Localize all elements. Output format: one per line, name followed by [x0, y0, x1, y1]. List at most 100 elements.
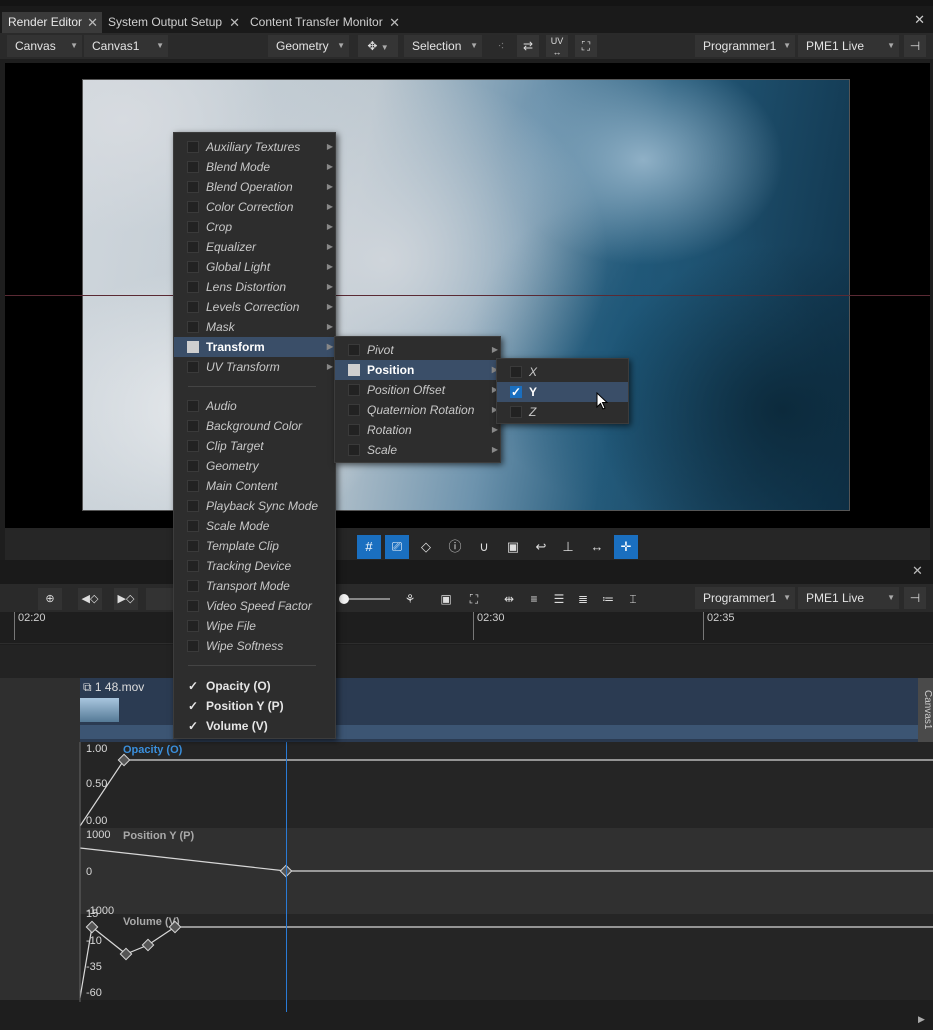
- timeline-programmer-select[interactable]: Programmer1 ▼: [695, 587, 795, 609]
- checkbox[interactable]: [187, 600, 199, 612]
- menu-item[interactable]: Auxiliary Textures ▶: [174, 137, 335, 157]
- checkbox[interactable]: [187, 181, 199, 193]
- checkbox[interactable]: [187, 281, 199, 293]
- menu-item[interactable]: Audio: [174, 396, 335, 416]
- menu-item-y[interactable]: ✓ Y: [497, 382, 628, 402]
- check-icon[interactable]: ✓: [187, 680, 199, 692]
- checkbox[interactable]: [187, 400, 199, 412]
- checkbox[interactable]: [187, 141, 199, 153]
- zoom-slider-handle[interactable]: [339, 594, 349, 604]
- menu-item[interactable]: Background Color: [174, 416, 335, 436]
- menu-item-transform[interactable]: Transform ▶: [174, 337, 335, 357]
- check-icon[interactable]: ✓: [187, 700, 199, 712]
- menu-item[interactable]: Blend Mode ▶: [174, 157, 335, 177]
- menu-item[interactable]: Rotation ▶: [335, 420, 500, 440]
- menu-item-z[interactable]: Z: [497, 402, 628, 422]
- menu-item[interactable]: Wipe File: [174, 616, 335, 636]
- close-icon[interactable]: ✕: [912, 563, 923, 579]
- live-select[interactable]: PME1 Live ▼: [798, 35, 899, 57]
- geometry-select[interactable]: Geometry ▼: [268, 35, 349, 57]
- menu-item[interactable]: Quaternion Rotation ▶: [335, 400, 500, 420]
- distribute-icon[interactable]: ⇹: [498, 588, 520, 610]
- canvas-name-select[interactable]: Canvas1 ▼: [84, 35, 168, 57]
- menu-item[interactable]: Equalizer ▶: [174, 237, 335, 257]
- tab-render-editor[interactable]: Render Editor ✕: [2, 12, 102, 33]
- menu-item[interactable]: Transport Mode: [174, 576, 335, 596]
- menu-item[interactable]: Video Speed Factor: [174, 596, 335, 616]
- text-cursor-icon[interactable]: ⌶: [622, 588, 644, 610]
- align-horizontal-icon[interactable]: ↔: [585, 535, 609, 559]
- checkbox[interactable]: [187, 161, 199, 173]
- checkbox[interactable]: [187, 580, 199, 592]
- tab-system-output-setup[interactable]: System Output Setup ✕: [102, 12, 244, 33]
- checkbox[interactable]: [187, 361, 199, 373]
- checkbox[interactable]: [348, 344, 360, 356]
- checkbox[interactable]: [187, 520, 199, 532]
- checkbox[interactable]: [187, 540, 199, 552]
- scroll-right-icon[interactable]: ▶: [918, 1014, 925, 1025]
- info-icon[interactable]: ⓘ: [443, 535, 467, 559]
- next-keyframe-button[interactable]: ▶◇: [114, 588, 138, 610]
- snapshot-icon[interactable]: ▣: [501, 535, 525, 559]
- menu-item[interactable]: Geometry: [174, 456, 335, 476]
- menu-item[interactable]: Tracking Device: [174, 556, 335, 576]
- list-add-icon[interactable]: ≔: [597, 588, 619, 610]
- checkbox[interactable]: [187, 201, 199, 213]
- menu-item[interactable]: Color Correction ▶: [174, 197, 335, 217]
- menu-item[interactable]: Position Offset ▶: [335, 380, 500, 400]
- tab-content-transfer-monitor[interactable]: Content Transfer Monitor ✕: [244, 12, 404, 33]
- expand-icon[interactable]: ⛶: [463, 588, 485, 610]
- menu-item-opacity[interactable]: ✓ Opacity (O): [174, 676, 335, 696]
- check-icon[interactable]: ✓: [510, 386, 522, 398]
- menu-item[interactable]: Mask ▶: [174, 317, 335, 337]
- checkbox[interactable]: [510, 406, 522, 418]
- checkbox[interactable]: [187, 241, 199, 253]
- align-center-icon[interactable]: ≡: [523, 588, 545, 610]
- checkbox[interactable]: [348, 444, 360, 456]
- checkbox[interactable]: [187, 341, 199, 353]
- menu-item[interactable]: Global Light ▶: [174, 257, 335, 277]
- checkbox[interactable]: [187, 640, 199, 652]
- checkbox[interactable]: [348, 424, 360, 436]
- checkbox[interactable]: [348, 364, 360, 376]
- checkbox[interactable]: [187, 261, 199, 273]
- uv-button[interactable]: UV ↔: [546, 35, 568, 57]
- close-icon[interactable]: ✕: [87, 12, 98, 33]
- menu-item[interactable]: Wipe Softness: [174, 636, 335, 656]
- programmer-select[interactable]: Programmer1 ▼: [695, 35, 795, 57]
- add-rows-icon[interactable]: ≣: [572, 588, 594, 610]
- swap-icon[interactable]: ⇄: [517, 35, 539, 57]
- close-icon[interactable]: ✕: [229, 12, 240, 33]
- checkbox[interactable]: [187, 440, 199, 452]
- crosshair-icon[interactable]: ✛: [614, 535, 638, 559]
- pin-icon[interactable]: ⊣: [904, 587, 926, 609]
- prev-keyframe-button[interactable]: ◀◇: [78, 588, 102, 610]
- checkbox[interactable]: [187, 420, 199, 432]
- timeline-ruler[interactable]: [0, 612, 933, 644]
- menu-item[interactable]: Scale Mode: [174, 516, 335, 536]
- horizontal-scrollbar[interactable]: [0, 1012, 933, 1030]
- close-icon[interactable]: ✕: [389, 12, 400, 33]
- menu-item[interactable]: Scale ▶: [335, 440, 500, 460]
- align-vertical-icon[interactable]: ⊥: [556, 535, 580, 559]
- canvas-type-select[interactable]: Canvas ▼: [7, 35, 82, 57]
- frame-icon[interactable]: ⛶: [575, 35, 597, 57]
- menu-item[interactable]: Levels Correction ▶: [174, 297, 335, 317]
- zoom-slider-track[interactable]: [342, 598, 390, 600]
- menu-item-volume[interactable]: ✓ Volume (V): [174, 716, 335, 736]
- menu-item[interactable]: Lens Distortion ▶: [174, 277, 335, 297]
- checkbox[interactable]: [187, 480, 199, 492]
- menu-item[interactable]: Clip Target: [174, 436, 335, 456]
- perspective-icon[interactable]: ◇: [414, 535, 438, 559]
- menu-item[interactable]: Crop ▶: [174, 217, 335, 237]
- menu-item[interactable]: Template Clip: [174, 536, 335, 556]
- checkbox[interactable]: [510, 366, 522, 378]
- sparkle-icon[interactable]: ⁖: [490, 35, 512, 57]
- grid-icon[interactable]: #: [357, 535, 381, 559]
- menu-item[interactable]: Blend Operation ▶: [174, 177, 335, 197]
- magnet-icon[interactable]: ∪: [472, 535, 496, 559]
- selection-select[interactable]: Selection ▼: [404, 35, 482, 57]
- check-icon[interactable]: ✓: [187, 720, 199, 732]
- checkbox[interactable]: [187, 560, 199, 572]
- fit-icon[interactable]: ▣: [435, 588, 457, 610]
